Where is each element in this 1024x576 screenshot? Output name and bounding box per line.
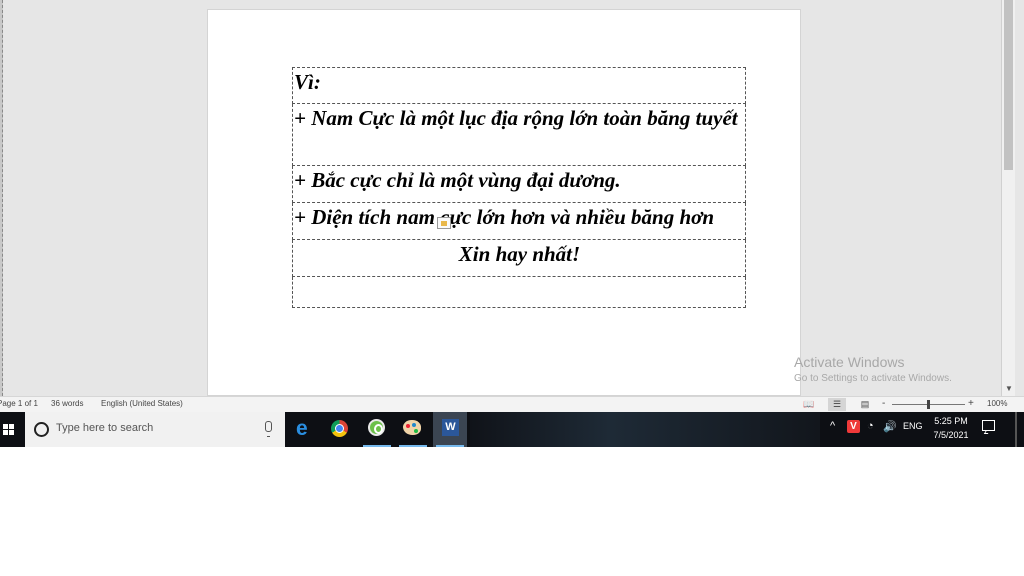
volume-icon[interactable]: 🔊 <box>883 420 897 433</box>
clock[interactable]: 5:25 PM 7/5/2021 <box>929 414 973 442</box>
clock-date: 7/5/2021 <box>933 430 969 440</box>
taskbar-app-green[interactable] <box>360 412 394 447</box>
chrome-icon <box>331 420 348 437</box>
status-bar: Page 1 of 1 36 words English (United Sta… <box>0 396 1024 412</box>
network-icon[interactable]: ◔ <box>867 420 874 432</box>
word-icon: W <box>442 419 459 436</box>
input-language[interactable]: ENG <box>903 421 923 431</box>
table-cell[interactable]: + Diện tích nam cực lớn hơn và nhiều băn… <box>292 202 746 240</box>
activate-subtitle: Go to Settings to activate Windows. <box>794 373 952 384</box>
table-cell[interactable]: Vì: <box>292 67 746 104</box>
scroll-down-arrow-icon[interactable]: ▼ <box>1003 384 1015 394</box>
screen: Vì: + Nam Cực là một lục địa rộng lớn to… <box>0 0 1024 447</box>
vivaldi-icon[interactable]: V <box>847 420 860 433</box>
taskbar-app-chrome[interactable] <box>323 412 357 447</box>
document-table[interactable]: Vì: + Nam Cực là một lục địa rộng lớn to… <box>292 67 746 308</box>
web-layout-icon[interactable]: ▤ <box>856 398 874 411</box>
taskbar-app-word[interactable]: W <box>433 412 467 447</box>
zoom-level[interactable]: 100% <box>987 399 1007 409</box>
windows-start-icon[interactable] <box>0 412 24 447</box>
word-document-workspace: Vì: + Nam Cực là một lục địa rộng lớn to… <box>0 0 1024 396</box>
activate-title: Activate Windows <box>794 354 905 370</box>
paste-options-icon[interactable] <box>437 217 451 229</box>
activate-windows-watermark: Activate Windows Go to Settings to activ… <box>794 354 952 386</box>
windows-taskbar: Type here to search e W ^ V ◔ 🔊 ENG 5:25… <box>0 412 1024 447</box>
table-cell[interactable]: + Nam Cực là một lục địa rộng lớn toàn b… <box>292 103 746 166</box>
edge-icon: e <box>296 417 308 440</box>
table-cell[interactable]: + Bắc cực chỉ là một vùng đại dương. <box>292 165 746 203</box>
taskbar-search-box[interactable]: Type here to search <box>25 412 285 447</box>
zoom-in-button[interactable]: + <box>968 398 974 410</box>
search-placeholder: Type here to search <box>56 422 154 434</box>
vertical-scrollbar[interactable]: ▼ <box>1001 0 1015 396</box>
zoom-slider-thumb[interactable] <box>927 400 930 409</box>
read-mode-icon[interactable]: 📖 <box>800 398 818 411</box>
clock-time: 5:25 PM <box>934 416 968 426</box>
table-cell[interactable]: Xin hay nhất! <box>292 239 746 277</box>
document-page[interactable]: Vì: + Nam Cực là một lục địa rộng lớn to… <box>207 9 801 396</box>
word-count[interactable]: 36 words <box>51 399 83 409</box>
zoom-out-button[interactable]: - <box>882 398 885 410</box>
vertical-ruler <box>0 0 3 396</box>
green-app-icon <box>368 419 385 436</box>
paint-icon <box>403 420 421 435</box>
table-cell-empty[interactable] <box>292 276 746 308</box>
language-indicator[interactable]: English (United States) <box>101 399 183 409</box>
chevron-up-icon[interactable]: ^ <box>830 420 835 432</box>
page-count[interactable]: Page 1 of 1 <box>0 399 38 409</box>
taskbar-app-paint[interactable] <box>396 412 430 447</box>
print-layout-icon[interactable]: ☰ <box>828 398 846 411</box>
microphone-icon[interactable] <box>265 421 272 437</box>
taskbar-app-edge[interactable]: e <box>287 412 321 447</box>
scrollbar-thumb[interactable] <box>1004 0 1013 170</box>
window-edge <box>1015 0 1024 396</box>
taskbar-background <box>470 412 820 447</box>
notification-icon[interactable] <box>982 420 995 431</box>
cortana-icon <box>34 422 49 437</box>
show-desktop-button[interactable] <box>1015 412 1017 447</box>
